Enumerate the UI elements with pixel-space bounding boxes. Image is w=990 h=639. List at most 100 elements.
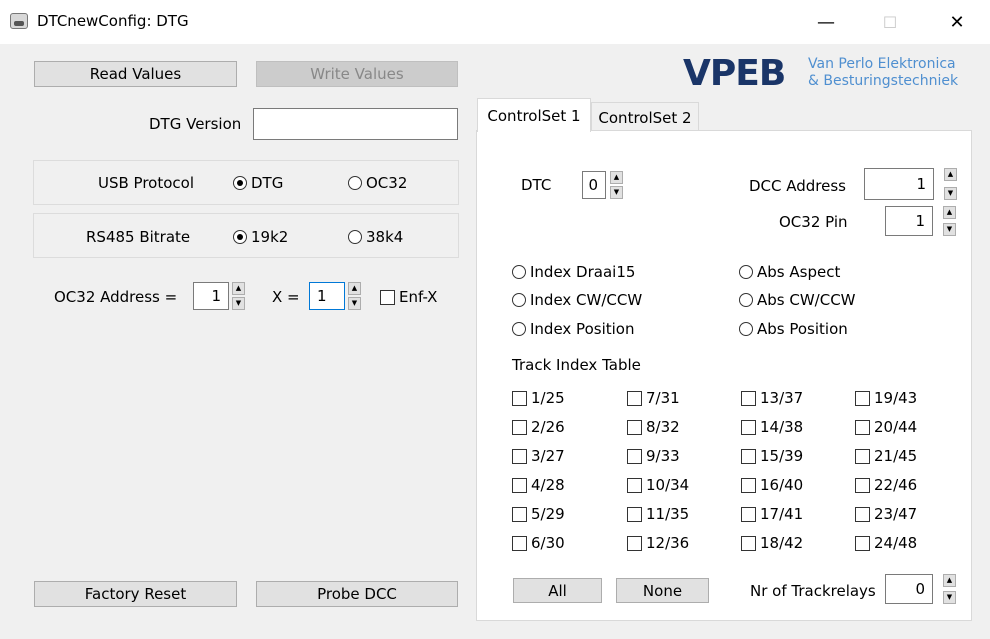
mode-index-draai15-radio[interactable]: Index Draai15 — [512, 263, 635, 281]
rs485-bitrate-group: RS485 Bitrate 19k2 38k4 — [33, 213, 459, 258]
down-arrow-icon[interactable]: ▼ — [348, 297, 361, 310]
track-checkbox[interactable]: 15/39 — [741, 447, 803, 465]
dtg-version-field[interactable] — [253, 108, 458, 140]
checkbox-icon — [741, 477, 756, 493]
track-checkbox[interactable]: 18/42 — [741, 534, 803, 552]
track-checkbox[interactable]: 17/41 — [741, 505, 803, 523]
oc32-pin-stepper[interactable]: 1 ▲ ▼ — [885, 206, 956, 236]
logo-line-1: Van Perlo Elektronica — [808, 56, 956, 72]
radio-unselected-icon — [739, 293, 753, 307]
dtc-value[interactable]: 0 — [582, 171, 606, 199]
nr-trackrelays-stepper[interactable]: 0 ▲ ▼ — [885, 574, 956, 604]
none-button[interactable]: None — [616, 578, 709, 603]
down-arrow-icon[interactable]: ▼ — [232, 297, 245, 310]
app-icon — [10, 13, 28, 29]
track-checkbox-label: 19/43 — [874, 389, 918, 407]
minimize-button[interactable]: — — [798, 0, 854, 44]
x-value[interactable]: 1 — [309, 282, 345, 310]
track-checkbox[interactable]: 7/31 — [627, 389, 680, 407]
tab-controlset-1[interactable]: ControlSet 1 — [477, 98, 591, 132]
oc32-address-stepper[interactable]: 1 ▲ ▼ — [193, 282, 245, 310]
rs485-19k2-radio[interactable]: 19k2 — [233, 228, 288, 246]
usb-protocol-oc32-radio[interactable]: OC32 — [348, 174, 407, 192]
all-button[interactable]: All — [513, 578, 602, 603]
track-checkbox[interactable]: 3/27 — [512, 447, 565, 465]
oc32-pin-value[interactable]: 1 — [885, 206, 933, 236]
track-checkbox[interactable]: 4/28 — [512, 476, 565, 494]
mode-abs-cw-ccw-radio[interactable]: Abs CW/CCW — [739, 291, 856, 309]
track-checkbox[interactable]: 24/48 — [855, 534, 917, 552]
track-checkbox[interactable]: 13/37 — [741, 389, 803, 407]
checkbox-icon — [855, 390, 870, 406]
checkbox-icon — [627, 390, 642, 406]
mode-abs-position-radio[interactable]: Abs Position — [739, 320, 848, 338]
enf-x-checkbox[interactable]: Enf-X — [380, 288, 437, 306]
track-checkbox[interactable]: 8/32 — [627, 418, 680, 436]
track-checkbox-label: 15/39 — [760, 447, 804, 465]
track-index-table-label: Track Index Table — [512, 356, 641, 374]
dcc-address-value[interactable]: 1 — [864, 168, 934, 200]
track-checkbox[interactable]: 11/35 — [627, 505, 689, 523]
track-checkbox[interactable]: 14/38 — [741, 418, 803, 436]
checkbox-icon — [741, 506, 756, 522]
checkbox-icon — [741, 419, 756, 435]
track-checkbox[interactable]: 21/45 — [855, 447, 917, 465]
checkbox-icon — [380, 289, 395, 305]
track-checkbox[interactable]: 12/36 — [627, 534, 689, 552]
read-values-button[interactable]: Read Values — [34, 61, 237, 87]
dcc-address-stepper[interactable]: 1 ▲ ▼ — [864, 168, 957, 200]
track-checkbox[interactable]: 10/34 — [627, 476, 689, 494]
track-checkbox[interactable]: 5/29 — [512, 505, 565, 523]
tab-controlset-2[interactable]: ControlSet 2 — [591, 102, 699, 132]
mode-index-position-radio[interactable]: Index Position — [512, 320, 634, 338]
window-title: DTCnewConfig: DTG — [37, 12, 189, 30]
track-checkbox[interactable]: 2/26 — [512, 418, 565, 436]
dtc-stepper[interactable]: 0 ▲ ▼ — [582, 171, 623, 199]
oc32-pin-label: OC32 Pin — [779, 213, 848, 231]
track-checkbox[interactable]: 6/30 — [512, 534, 565, 552]
up-arrow-icon[interactable]: ▲ — [232, 282, 245, 295]
mode-index-cw-ccw-radio[interactable]: Index CW/CCW — [512, 291, 642, 309]
track-checkbox[interactable]: 16/40 — [741, 476, 803, 494]
mode-abs-aspect-radio[interactable]: Abs Aspect — [739, 263, 840, 281]
oc32-address-value[interactable]: 1 — [193, 282, 229, 310]
probe-dcc-button[interactable]: Probe DCC — [256, 581, 458, 607]
track-checkbox-label: 21/45 — [874, 447, 918, 465]
down-arrow-icon[interactable]: ▼ — [610, 186, 623, 199]
maximize-button[interactable]: ☐ — [862, 0, 918, 44]
track-checkbox[interactable]: 23/47 — [855, 505, 917, 523]
checkbox-icon — [627, 535, 642, 551]
radio-unselected-icon — [348, 176, 362, 190]
track-checkbox-label: 3/27 — [531, 447, 565, 465]
up-arrow-icon[interactable]: ▲ — [943, 206, 956, 219]
radio-label: DTG — [251, 174, 284, 192]
write-values-button[interactable]: Write Values — [256, 61, 458, 87]
up-arrow-icon[interactable]: ▲ — [348, 282, 361, 295]
checkbox-icon — [627, 506, 642, 522]
oc32-address-label: OC32 Address = — [54, 288, 178, 306]
title-bar: DTCnewConfig: DTG — ☐ ✕ — [0, 0, 990, 44]
rs485-38k4-radio[interactable]: 38k4 — [348, 228, 403, 246]
track-checkbox[interactable]: 22/46 — [855, 476, 917, 494]
track-checkbox[interactable]: 9/33 — [627, 447, 680, 465]
x-stepper[interactable]: 1 ▲ ▼ — [309, 282, 361, 310]
up-arrow-icon[interactable]: ▲ — [944, 168, 957, 181]
track-checkbox[interactable]: 19/43 — [855, 389, 917, 407]
track-checkbox-label: 6/30 — [531, 534, 565, 552]
down-arrow-icon[interactable]: ▼ — [943, 223, 956, 236]
down-arrow-icon[interactable]: ▼ — [943, 591, 956, 604]
down-arrow-icon[interactable]: ▼ — [944, 187, 957, 200]
dtc-label: DTC — [521, 176, 552, 194]
track-checkbox-label: 8/32 — [646, 418, 680, 436]
checkbox-icon — [855, 419, 870, 435]
track-checkbox[interactable]: 20/44 — [855, 418, 917, 436]
nr-trackrelays-value[interactable]: 0 — [885, 574, 933, 604]
radio-selected-icon — [233, 230, 247, 244]
usb-protocol-dtg-radio[interactable]: DTG — [233, 174, 283, 192]
up-arrow-icon[interactable]: ▲ — [610, 171, 623, 184]
checkbox-icon — [512, 477, 527, 493]
up-arrow-icon[interactable]: ▲ — [943, 574, 956, 587]
close-button[interactable]: ✕ — [929, 0, 985, 44]
factory-reset-button[interactable]: Factory Reset — [34, 581, 237, 607]
track-checkbox[interactable]: 1/25 — [512, 389, 565, 407]
